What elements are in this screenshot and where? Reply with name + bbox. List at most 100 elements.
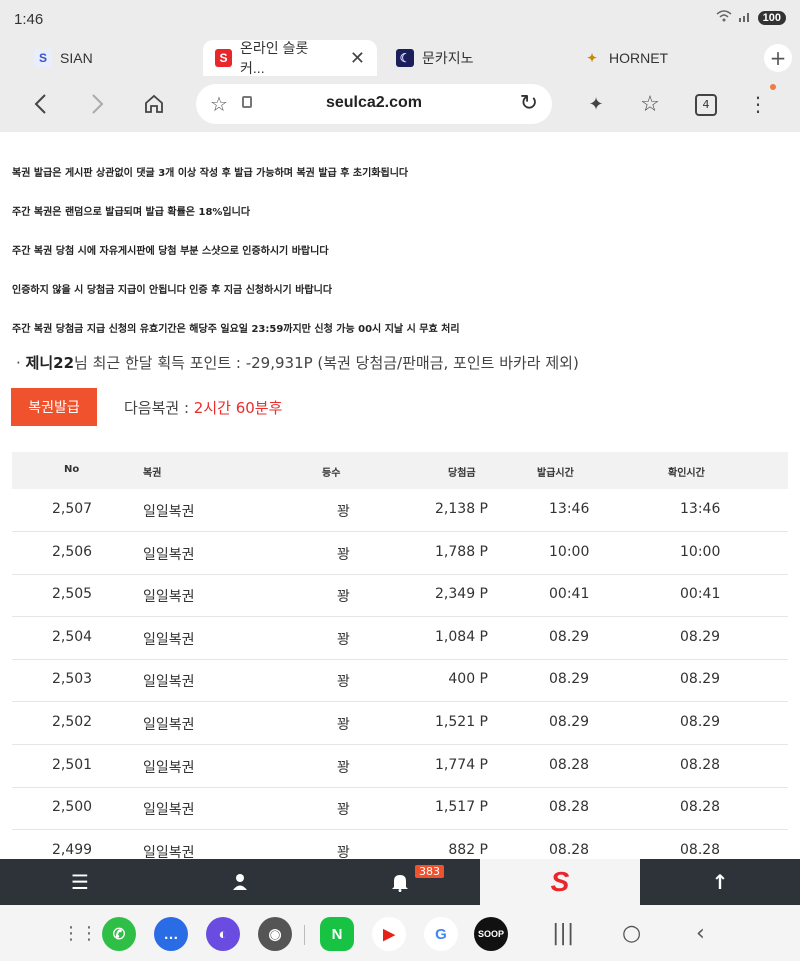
cell-rank: 꽝 (337, 844, 350, 859)
header-lottery: 복권 (143, 468, 162, 479)
nav-profile-button[interactable] (160, 859, 320, 905)
cell-checked-time: 08.28 (680, 799, 721, 816)
menu-button[interactable]: ⋮ (744, 90, 772, 118)
cell-issued-time: 08.29 (549, 628, 590, 645)
cell-checked-time: 08.29 (680, 671, 721, 688)
cell-lottery: 일일복권 (143, 546, 195, 563)
user-icon (233, 874, 247, 890)
camera-app-icon[interactable]: ◉ (258, 917, 292, 951)
table-row: 2,500 일일복권 꽝 1,517 P 08.28 08.28 (12, 787, 788, 831)
google-app-icon[interactable]: G (424, 917, 458, 951)
notice-partial: · (12, 132, 16, 137)
cell-lottery: 일일복권 (143, 717, 195, 733)
tab-hornet[interactable]: ✦ HORNET (583, 40, 668, 76)
youtube-app-icon[interactable]: ▶ (372, 917, 406, 951)
soop-app-icon[interactable]: SOOP (474, 917, 508, 951)
notice-line: 복권 발급은 게시판 상관없이 댓글 3개 이상 작성 후 발급 가능하며 복권… (12, 168, 409, 179)
cell-issued-time: 08.28 (549, 756, 590, 773)
tab-label: SIAN (60, 50, 93, 66)
ai-sparkle-button[interactable]: ✦ (582, 90, 610, 118)
cell-no: 2,504 (52, 628, 93, 645)
table-row: 2,499 일일복권 꽝 882 P 08.28 08.28 (12, 830, 788, 859)
cell-no: 2,500 (52, 799, 93, 816)
hamburger-icon: ☰ (71, 870, 89, 894)
battery-indicator: 100 (757, 10, 786, 25)
cell-checked-time: 08.28 (680, 841, 721, 858)
notification-count-badge: 383 (415, 865, 444, 878)
system-back-icon[interactable]: ‹ (696, 921, 705, 946)
android-nav-bar: ⋮⋮⋮ ✆ … ◐ ◉ N ▶ G SOOP ||| ○ ‹ (0, 905, 800, 961)
reload-icon[interactable]: ↻ (520, 91, 538, 116)
tab-label: HORNET (609, 50, 669, 66)
divider (304, 925, 305, 945)
cell-no: 2,505 (52, 586, 93, 603)
cell-rank: 꽝 (337, 802, 350, 819)
cell-checked-time: 08.29 (680, 628, 721, 645)
issue-lottery-button[interactable]: 복권발급 (11, 388, 97, 426)
star-icon: ☆ (640, 91, 660, 117)
cell-prize: 1,788 P (435, 543, 488, 560)
tab-strip: S SIAN S 온라인 슬롯커... ✕ ☾ 문카지노 ✦ HORNET + (0, 40, 800, 76)
cell-prize: 1,084 P (435, 628, 488, 645)
nav-scroll-top-button[interactable]: ↑ (640, 859, 800, 905)
cell-rank: 꽝 (337, 674, 350, 691)
phone-app-icon[interactable]: ✆ (102, 917, 136, 951)
header-no: No (64, 464, 80, 475)
table-row: 2,503 일일복권 꽝 400 P 08.29 08.29 (12, 659, 788, 703)
sian-favicon-icon: S (34, 49, 52, 67)
cell-lottery: 일일복권 (143, 674, 195, 691)
cell-lottery: 일일복권 (143, 504, 195, 520)
new-tab-button[interactable]: + (764, 44, 792, 72)
cell-no: 2,506 (52, 543, 93, 560)
table-row: 2,506 일일복권 꽝 1,788 P 10:00 10:00 (12, 532, 788, 575)
cell-no: 2,507 (52, 501, 93, 517)
tab-sian[interactable]: S SIAN (34, 40, 93, 76)
tab-moon-casino[interactable]: ☾ 문카지노 (396, 40, 474, 76)
cell-lottery: 일일복권 (143, 631, 195, 648)
cell-issued-time: 08.29 (549, 714, 590, 730)
cell-no: 2,501 (52, 756, 93, 773)
cell-issued-time: 08.28 (549, 841, 590, 858)
messages-app-icon[interactable]: … (154, 917, 188, 951)
table-row: 2,501 일일복권 꽝 1,774 P 08.28 08.28 (12, 745, 788, 788)
cell-rank: 꽝 (337, 759, 350, 776)
nav-notification-button[interactable] (320, 859, 480, 905)
cell-issued-time: 00:41 (549, 586, 590, 603)
cell-issued-time: 10:00 (549, 543, 590, 560)
site-bottom-nav: ☰ 383 S ↑ (0, 859, 800, 905)
close-tab-icon[interactable]: ✕ (350, 48, 365, 69)
url-text: seulca2.com (325, 94, 423, 111)
nav-home-logo[interactable]: S (480, 859, 640, 905)
home-circle-icon[interactable]: ○ (622, 921, 641, 946)
nav-menu-button[interactable]: ☰ (0, 859, 160, 905)
forward-arrow-icon (92, 94, 104, 114)
internet-app-icon[interactable]: ◐ (206, 917, 240, 951)
next-lottery: 다음복권 : 2시간 60분후 (124, 397, 282, 418)
page-content: · 복권 발급은 게시판 상관없이 댓글 3개 이상 작성 후 발급 가능하며 … (0, 132, 800, 859)
recent-apps-icon[interactable]: ||| (552, 921, 574, 946)
cell-rank: 꽝 (337, 631, 350, 648)
cell-no: 2,499 (52, 841, 93, 858)
address-bar[interactable]: ☆ seulca2.com ↻ (196, 84, 552, 124)
header-issued-time: 발급시간 (537, 468, 574, 479)
cell-issued-time: 08.29 (549, 671, 590, 688)
status-bar: 1:46 100 (0, 0, 800, 40)
cell-prize: 400 P (448, 671, 488, 688)
site-logo-icon: S (550, 866, 570, 897)
cell-rank: 꽝 (337, 504, 350, 520)
notice-line: 주간 복권 당첨금 지급 신청의 유효기간은 해당주 일요일 23:59까지만 … (12, 324, 460, 335)
forward-button[interactable] (84, 90, 112, 118)
tab-switcher-button[interactable]: 4 (695, 94, 717, 116)
signal-icon (738, 10, 752, 25)
cell-issued-time: 13:46 (549, 501, 590, 517)
browser-toolbar: ☆ seulca2.com ↻ ✦ ☆ 4 ⋮ (0, 76, 800, 132)
naver-app-icon[interactable]: N (320, 917, 354, 951)
tab-active-slot[interactable]: S 온라인 슬롯커... ✕ (203, 40, 377, 76)
cell-prize: 882 P (448, 841, 488, 858)
clock: 1:46 (14, 11, 44, 28)
cell-rank: 꽝 (337, 589, 350, 606)
home-button[interactable] (140, 90, 168, 118)
table-row: 2,507 일일복권 꽝 2,138 P 13:46 13:46 (12, 489, 788, 532)
back-button[interactable] (26, 90, 54, 118)
bookmarks-button[interactable]: ☆ (636, 90, 664, 118)
